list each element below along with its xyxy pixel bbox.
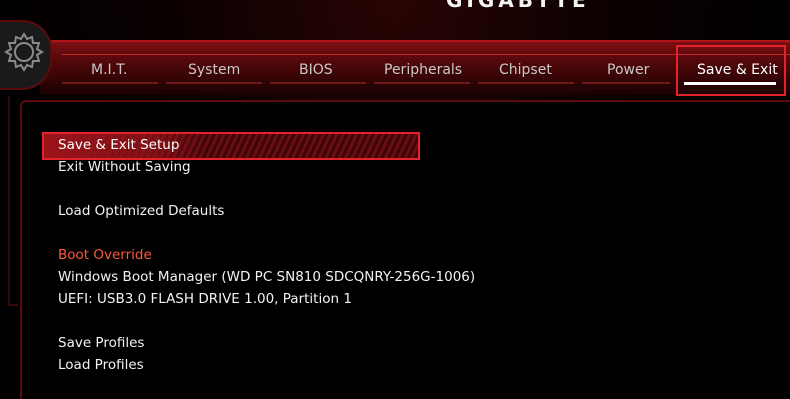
tab-peripherals-underline xyxy=(374,82,470,84)
menu-boot-uefi-usb[interactable]: UEFI: USB3.0 FLASH DRIVE 1.00, Partition… xyxy=(58,291,352,307)
menu-load-optimized-defaults[interactable]: Load Optimized Defaults xyxy=(58,203,224,219)
tab-peripherals[interactable]: Peripherals xyxy=(384,62,462,78)
tab-mit-underline xyxy=(62,82,158,84)
tab-bar: M.I.T. System BIOS Peripherals Chipset P… xyxy=(0,52,790,92)
tab-chipset-underline xyxy=(478,82,574,84)
tab-power[interactable]: Power xyxy=(607,62,649,78)
menu-boot-windows-boot-manager[interactable]: Windows Boot Manager (WD PC SN810 SDCQNR… xyxy=(58,269,475,285)
menu-save-profiles[interactable]: Save Profiles xyxy=(58,335,144,351)
tab-system-underline xyxy=(166,82,262,84)
gigabyte-logo: GIGABYTE xyxy=(446,0,590,12)
tab-save-exit-underline xyxy=(684,82,776,85)
bios-screen: GIGABYTE M.I.T. System BIOS Peripherals … xyxy=(0,0,790,399)
tab-bios-underline xyxy=(270,82,366,84)
menu-save-exit-setup[interactable]: Save & Exit Setup xyxy=(58,137,179,153)
tab-chipset[interactable]: Chipset xyxy=(499,62,552,78)
menu-load-profiles[interactable]: Load Profiles xyxy=(58,357,144,373)
menu-exit-without-saving[interactable]: Exit Without Saving xyxy=(58,159,191,175)
tab-power-underline xyxy=(582,82,670,84)
tab-bios[interactable]: BIOS xyxy=(299,62,333,78)
tab-save-exit-highlight xyxy=(676,45,786,96)
tab-mit[interactable]: M.I.T. xyxy=(91,62,127,78)
boot-override-header: Boot Override xyxy=(58,247,152,263)
tab-system[interactable]: System xyxy=(188,62,240,78)
left-decor-rail xyxy=(8,96,18,306)
